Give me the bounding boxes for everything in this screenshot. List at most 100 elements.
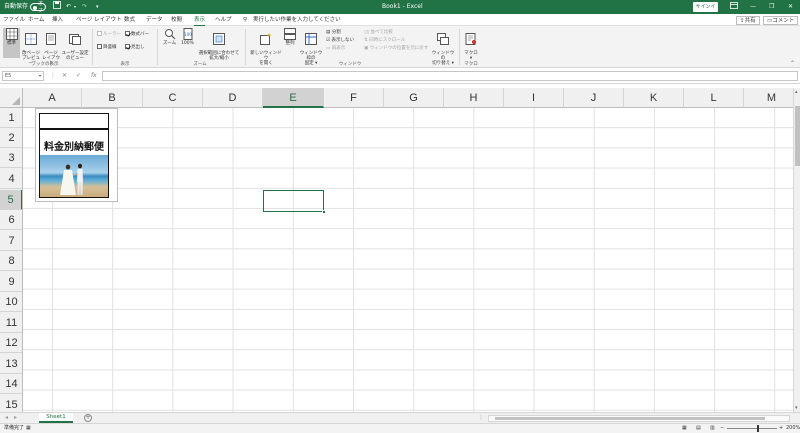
cell-grid[interactable]: 料金別納郵便 <box>23 108 793 412</box>
save-icon[interactable] <box>53 0 61 14</box>
page-break-preview-button[interactable]: 改ページ プレビュー <box>21 28 41 66</box>
gridlines-checkbox[interactable]: 目盛線 <box>97 44 117 51</box>
ribbon-display-options-icon[interactable] <box>730 0 738 14</box>
hide-button[interactable]: ☑ 表示しない <box>326 37 354 44</box>
column-header-l[interactable]: L <box>684 88 744 108</box>
next-sheet-icon[interactable]: ▸ <box>14 414 17 421</box>
column-header-b[interactable]: B <box>82 88 143 108</box>
scroll-down-icon[interactable]: ▾ <box>795 405 798 411</box>
tab-page-layout[interactable]: ページ レイアウト <box>76 14 122 26</box>
row-header-13[interactable]: 13 <box>0 354 22 374</box>
zoom-slider-knob[interactable] <box>757 425 759 432</box>
vertical-scrollbar[interactable]: ▴ ▾ <box>793 88 800 412</box>
row-header-5[interactable]: 5 <box>0 190 22 210</box>
vertical-scroll-thumb[interactable] <box>795 106 800 166</box>
close-icon[interactable]: ✕ <box>788 0 793 14</box>
page-break-status-icon[interactable]: ▥ <box>710 424 715 433</box>
undo-dropdown-icon[interactable]: ▾ <box>74 0 76 14</box>
row-header-6[interactable]: 6 <box>0 210 22 230</box>
column-header-m[interactable]: M <box>744 88 800 108</box>
horizontal-scrollbar[interactable] <box>488 415 790 422</box>
tab-review[interactable]: 校閲 <box>171 14 182 26</box>
split-button[interactable]: ▤ 分割 <box>326 29 341 36</box>
row-header-2[interactable]: 2 <box>0 128 22 148</box>
column-header-k[interactable]: K <box>624 88 684 108</box>
page-layout-view-button[interactable]: ページ レイアウト <box>42 28 60 66</box>
insert-function-icon[interactable]: fx <box>91 71 97 81</box>
row-header-15[interactable]: 15 <box>0 395 22 412</box>
row-header-8[interactable]: 8 <box>0 251 22 271</box>
tell-me-search[interactable]: 実行したい作業を入力してください <box>253 14 341 26</box>
row-header-4[interactable]: 4 <box>0 169 22 189</box>
view-side-by-side-button[interactable]: ▯▯ 並べて比較 <box>364 29 393 36</box>
unhide-button[interactable]: ▭ 再表示 <box>326 45 345 52</box>
column-header-d[interactable]: D <box>203 88 263 108</box>
synchronous-scroll-button[interactable]: ⇅ 同時にスクロール <box>364 37 405 44</box>
row-header-9[interactable]: 9 <box>0 272 22 292</box>
column-header-a[interactable]: A <box>23 88 82 108</box>
horizontal-scroll-thumb[interactable] <box>495 417 765 420</box>
maximize-icon[interactable]: ❐ <box>769 0 774 14</box>
column-header-i[interactable]: I <box>504 88 564 108</box>
reset-window-position-button[interactable]: ▣ ウィンドウの位置を元に戻す <box>364 45 428 52</box>
confirm-entry-icon[interactable]: ✓ <box>76 71 81 81</box>
custom-views-button[interactable]: ユーザー設定 のビュー <box>61 28 89 61</box>
column-header-f[interactable]: F <box>324 88 384 108</box>
redo-icon[interactable]: ↷ <box>82 0 87 14</box>
select-all-corner[interactable] <box>0 88 23 108</box>
formula-input[interactable] <box>102 71 798 81</box>
zoom-in-icon[interactable]: + <box>779 424 783 433</box>
column-header-c[interactable]: C <box>143 88 203 108</box>
zoom-slider[interactable] <box>727 425 777 432</box>
normal-view-button[interactable]: 標準 <box>3 28 20 58</box>
fill-handle[interactable] <box>322 210 326 214</box>
comment-button[interactable]: ▭コメント <box>763 16 799 25</box>
share-button[interactable]: ⇪共有 <box>736 16 760 25</box>
headings-checkbox[interactable]: 見出し <box>125 44 145 51</box>
cancel-entry-icon[interactable]: ✕ <box>62 71 67 81</box>
tab-split-handle-icon[interactable]: ⋮ <box>478 414 484 421</box>
row-header-3[interactable]: 3 <box>0 148 22 168</box>
name-box-dropdown-icon[interactable]: ▾ <box>39 72 41 80</box>
name-box[interactable]: E5 ▾ <box>2 71 44 81</box>
formula-bar-checkbox[interactable]: 数式バー <box>125 31 149 38</box>
column-header-e[interactable]: E <box>263 88 324 108</box>
customize-quick-access-icon[interactable]: ▾ <box>96 0 99 14</box>
switch-windows-button[interactable]: ウィンドウの 切り替え ▾ <box>430 28 456 66</box>
tab-home[interactable]: ホーム <box>28 14 44 26</box>
inserted-picture[interactable]: 料金別納郵便 <box>35 108 118 202</box>
macros-button[interactable]: マクロ ▾ <box>463 28 479 61</box>
row-header-11[interactable]: 11 <box>0 313 22 333</box>
zoom-button[interactable]: ズーム <box>161 28 178 58</box>
zoom-to-selection-button[interactable]: 選択範囲に合わせて 拡大/縮小 <box>197 28 241 61</box>
add-sheet-icon[interactable]: + <box>84 414 92 422</box>
signin-button[interactable]: サインイン <box>693 2 718 18</box>
column-header-g[interactable]: G <box>384 88 444 108</box>
tab-help[interactable]: ヘルプ <box>215 14 232 26</box>
autosave-toggle[interactable]: オフ <box>30 1 46 14</box>
row-header-14[interactable]: 14 <box>0 374 22 394</box>
tab-view[interactable]: 表示 <box>194 14 206 26</box>
arrange-all-button[interactable]: 整列 <box>283 28 297 58</box>
prev-sheet-icon[interactable]: ◂ <box>5 414 8 421</box>
tab-file[interactable]: ファイル <box>3 14 25 26</box>
ruler-checkbox[interactable]: ルーラー <box>97 31 121 38</box>
row-header-7[interactable]: 7 <box>0 231 22 251</box>
scroll-up-icon[interactable]: ▴ <box>795 89 798 95</box>
tab-formulas[interactable]: 数式 <box>124 14 135 26</box>
column-header-h[interactable]: H <box>444 88 504 108</box>
tab-insert[interactable]: 挿入 <box>52 14 63 26</box>
zoom-level[interactable]: 200% <box>786 424 800 433</box>
normal-view-status-icon[interactable]: ▦ <box>682 424 687 433</box>
undo-icon[interactable]: ↶ <box>66 0 71 14</box>
row-header-12[interactable]: 12 <box>0 333 22 353</box>
selected-cell-e5[interactable] <box>263 190 326 214</box>
new-window-button[interactable]: 新しいウィンドウ を開く <box>250 28 282 66</box>
row-header-1[interactable]: 1 <box>0 108 22 128</box>
formula-bar-grip-icon[interactable]: ⋮ <box>50 71 56 81</box>
row-header-10[interactable]: 10 <box>0 292 22 312</box>
sheet-tab-sheet1[interactable]: Sheet1 <box>39 413 73 423</box>
zoom-out-icon[interactable]: − <box>720 424 724 433</box>
minimize-icon[interactable]: — <box>750 0 756 14</box>
page-layout-status-icon[interactable]: ▤ <box>696 424 701 433</box>
